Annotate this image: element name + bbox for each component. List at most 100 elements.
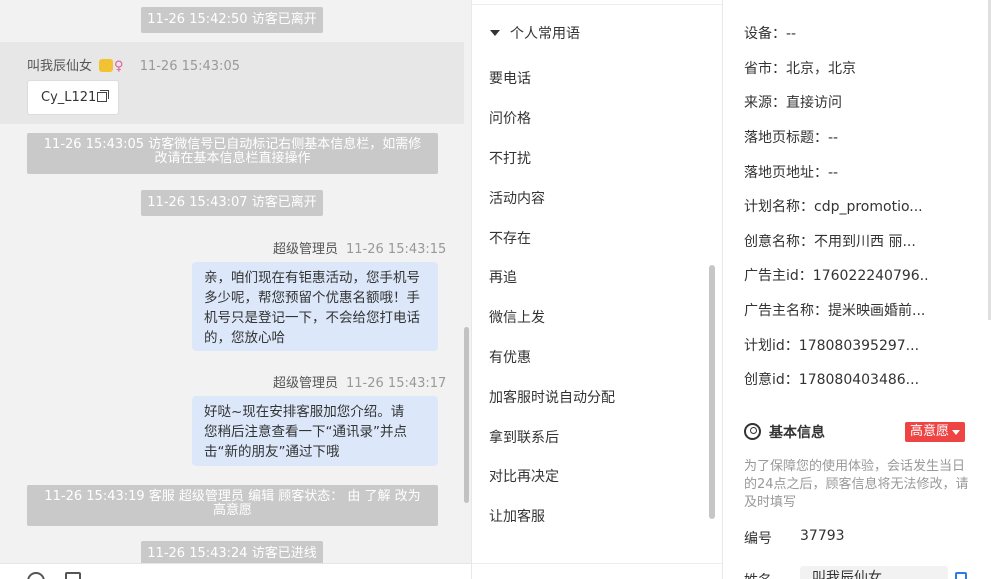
info-value: 提米映画婚前... [828,303,926,319]
phrases-scrollbar[interactable] [709,265,715,519]
phrase-item[interactable]: 不打扰 [489,148,531,168]
basic-info-header: 基本信息 [744,422,825,442]
intent-status-dropdown[interactable]: 高意愿 [905,422,966,442]
info-row-landing-title: 落地页标题：-- [744,127,929,147]
section-title: 基本信息 [769,425,825,441]
divider [472,563,722,579]
info-row-creative-id: 创意id：178080403486... [744,369,929,389]
divider [472,4,722,5]
info-label: 设备： [744,26,786,42]
info-value: -- [828,165,839,181]
info-label: 计划名称： [744,199,814,215]
image-button-icon[interactable] [65,572,81,579]
message-line: 击“新的朋友”通过下哦 [204,444,340,460]
edit-deadline-note: 为了保障您的使用体验，会话发生当日的24点之后，顾客信息将无法修改，请及时填写 [744,459,969,510]
system-message: 11-26 15:43:19 客服 超级管理员 编辑 顾客状态： 由 了解 改为… [27,485,438,526]
system-message: 11-26 15:42:50 访客已离开 [141,7,323,33]
phrase-item[interactable]: 活动内容 [489,188,545,208]
phrase-group-title: 个人常用语 [510,26,580,42]
caret-down-icon [490,30,500,36]
wechat-id-text: Cy_L121 [41,90,97,105]
info-row-advertiser-id: 广告主id：176022240796... [744,265,929,285]
info-label: 计划id： [744,338,799,354]
system-message: 11-26 15:43:07 访客已离开 [141,190,323,216]
info-label: 落地页地址： [744,165,828,181]
agent-name: 超级管理员 [273,242,339,257]
info-row-source: 来源：直接访问 [744,92,929,112]
customer-info-pane: 设备：-- 省市：北京，北京 来源：直接访问 落地页标题：-- 落地页地址：--… [723,0,991,579]
phrase-item[interactable]: 不存在 [489,228,531,248]
phrase-item[interactable]: 加客服时说自动分配 [489,387,615,407]
system-message-line: 11-26 15:43:05 访客微信号已自动标记右侧基本信息栏，如需修 [43,137,422,152]
caret-down-icon [952,430,961,435]
phrase-item[interactable]: 有优惠 [489,347,531,367]
system-message-line: 高意愿 [212,503,252,518]
info-label: 来源： [744,95,786,111]
user-icon [744,423,761,440]
info-label: 落地页标题： [744,130,828,146]
phrase-item[interactable]: 要电话 [489,68,531,88]
customer-id-label: 编号 [744,531,772,547]
visitor-time: 11-26 15:43:05 [139,59,240,74]
info-row-creative-name: 创意名称：不用到川西 丽... [744,231,929,251]
message-time: 11-26 15:43:15 [346,242,447,257]
info-value: cdp_promotio... [814,199,923,215]
agent-message-bubble: 好哒~现在安排客服加您介绍。请 您稍后注意查看一下“通讯录”并点 击“新的朋友”… [192,396,438,466]
info-label: 广告主id： [744,268,813,284]
message-line: 亲，咱们现在有钜惠活动，您手机号 [204,270,420,286]
info-row-landing-url: 落地页地址：-- [744,162,929,182]
info-row-plan-id: 计划id：178080395297... [744,335,929,355]
info-label: 省市： [744,61,786,77]
info-row-plan-name: 计划名称：cdp_promotio... [744,196,929,216]
info-label: 广告主名称： [744,303,828,319]
info-value: 北京，北京 [786,61,856,77]
name-label: 姓名 [744,570,772,579]
info-value: 不用到川西 丽... [814,234,916,250]
info-value: 178080395297... [798,338,920,354]
message-line: 的，您放心哈 [204,330,285,346]
copy-icon[interactable] [97,90,110,102]
info-label: 创意名称： [744,234,814,250]
info-value: 直接访问 [786,95,842,111]
visitor-sender: 叫我辰仙女 ♀ 11-26 15:43:05 [27,55,240,74]
chat-workspace: 11-26 15:42:50 访客已离开 叫我辰仙女 ♀ 11-26 15:43:… [0,0,991,579]
agent-sender: 超级管理员 11-26 15:43:17 [273,372,446,391]
info-row-advertiser-name: 广告主名称：提米映画婚前... [744,300,929,320]
intent-status-label: 高意愿 [910,424,950,439]
copy-icon[interactable] [955,572,967,579]
message-time: 11-26 15:43:17 [346,376,447,391]
info-value: -- [828,130,839,146]
phrase-item[interactable]: 让加客服 [489,506,545,526]
phrase-item[interactable]: 拿到联系后 [489,427,559,447]
visitor-name: 叫我辰仙女 [27,59,93,74]
chat-scrollbar[interactable] [464,327,469,503]
system-message: 11-26 15:43:05 访客微信号已自动标记右侧基本信息栏，如需修 改请在… [27,133,438,174]
agent-message-bubble: 亲，咱们现在有钜惠活动，您手机号 多少呢，帮您预留个优惠名额哦！手 机号只是登记… [192,262,438,351]
phrase-item[interactable]: 对比再决定 [489,466,559,486]
phrase-group-header[interactable]: 个人常用语 [490,23,580,43]
message-line: 您稍后注意查看一下“通讯录”并点 [204,424,407,440]
message-line: 多少呢，帮您预留个优惠名额哦！手 [204,290,420,306]
name-input[interactable]: 叫我辰仙女 [800,566,948,579]
emoji-icon [99,59,114,72]
agent-sender: 超级管理员 11-26 15:43:15 [273,238,446,257]
phrase-item[interactable]: 问价格 [489,108,531,128]
wechat-id-chip[interactable]: Cy_L121 [27,80,119,115]
info-row-device: 设备：-- [744,23,929,43]
info-value: 178080403486... [798,372,920,388]
gender-icon: ♀ [114,59,124,74]
info-row-city: 省市：北京，北京 [744,58,929,78]
message-line: 好哒~现在安排客服加您介绍。请 [204,404,405,420]
info-value: 176022240796... [812,268,929,284]
agent-name: 超级管理员 [273,376,339,391]
system-message-line: 改请在基本信息栏直接操作 [154,151,311,166]
chat-pane: 11-26 15:42:50 访客已离开 叫我辰仙女 ♀ 11-26 15:43:… [0,0,471,579]
common-phrases-pane: 个人常用语 要电话 问价格 不打扰 活动内容 不存在 再追 微信上发 有优惠 加… [471,0,723,579]
system-message-line: 11-26 15:43:19 客服 超级管理员 编辑 顾客状态： 由 了解 改为 [44,489,421,504]
phrase-item[interactable]: 微信上发 [489,307,545,327]
info-value: -- [786,26,797,42]
phrase-item[interactable]: 再追 [489,267,517,287]
customer-id-value: 37793 [800,528,845,544]
message-line: 机号只是登记一下，不会给您打电话 [204,310,420,326]
info-label: 创意id： [744,372,799,388]
